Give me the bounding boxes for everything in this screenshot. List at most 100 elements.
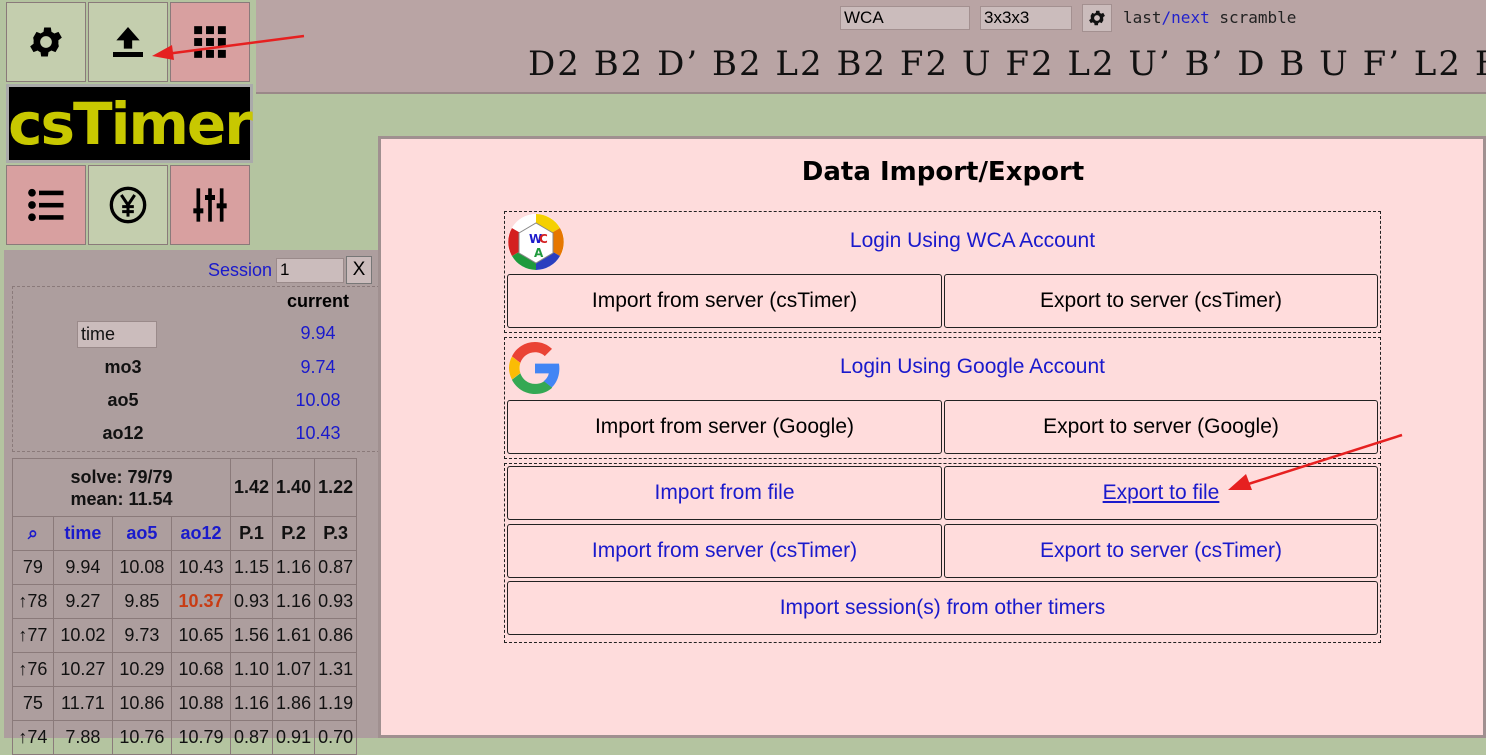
solve-index: ↑78 — [12, 584, 54, 619]
stat-label: ao5 — [107, 390, 139, 410]
google-import-button[interactable]: Import from server (Google) — [507, 400, 942, 454]
settings-sliders-button[interactable] — [170, 165, 250, 245]
solve-ao12[interactable]: 10.65 — [170, 618, 232, 653]
import-export-dialog: Data Import/Export W C A Login Using WCA… — [378, 136, 1486, 738]
solve-p3: 0.93 — [314, 584, 358, 619]
session-select[interactable]: 1 — [276, 258, 344, 283]
google-export-button[interactable]: Export to server (Google) — [944, 400, 1378, 454]
solve-index: 75 — [12, 686, 54, 721]
svg-text:C: C — [539, 232, 548, 246]
solve-time[interactable]: 9.94 — [52, 550, 113, 585]
export-file-button[interactable]: Export to file — [944, 466, 1378, 520]
session-row: Session 1 X — [4, 256, 380, 284]
stat-time-value[interactable]: 9.94 — [273, 323, 363, 344]
export-button[interactable] — [88, 2, 168, 82]
table-row[interactable]: ↑76 10.27 10.29 10.68 1.10 1.07 1.31 — [12, 652, 358, 687]
export-upload-icon — [113, 27, 143, 57]
session-close-button[interactable]: X — [346, 256, 372, 284]
wca-logo-icon: W C A — [508, 214, 564, 270]
solve-p2: 1.86 — [272, 686, 316, 721]
stats-panel: Session 1 X current time 9.94 mo3 9.74 ao… — [4, 250, 380, 755]
puzzle-select[interactable]: 3x3x3 — [980, 6, 1072, 30]
scramble-type-select[interactable]: WCA — [840, 6, 970, 30]
sliders-icon — [193, 188, 227, 222]
stat-ao5-value[interactable]: 10.08 — [273, 390, 363, 411]
wca-export-button[interactable]: Export to server (csTimer) — [944, 274, 1378, 328]
col-time[interactable]: time — [52, 516, 113, 551]
solve-ao12[interactable]: 10.68 — [170, 652, 232, 687]
table-row[interactable]: 79 9.94 10.08 10.43 1.15 1.16 0.87 — [12, 550, 358, 585]
scramble-nav: last/next scramble — [1123, 8, 1296, 27]
solve-ao5[interactable]: 10.08 — [111, 550, 172, 585]
solve-time[interactable]: 9.27 — [52, 584, 113, 619]
yen-coin-icon — [109, 186, 147, 224]
solve-p1: 1.10 — [229, 652, 274, 687]
solve-p2: 1.16 — [272, 550, 316, 585]
col-p1: P.1 — [229, 516, 274, 551]
p3-best: 1.22 — [314, 458, 358, 517]
p1-best: 1.42 — [229, 458, 274, 517]
solves-table: solve: 79/79 mean: 11.54 1.42 1.40 1.22 … — [12, 458, 358, 755]
svg-text:A: A — [534, 246, 544, 260]
col-p3: P.3 — [314, 516, 358, 551]
stat-label: ao12 — [102, 423, 144, 443]
solve-ao12[interactable]: 10.88 — [170, 686, 232, 721]
p2-best: 1.40 — [272, 458, 316, 517]
table-row[interactable]: 75 11.71 10.86 10.88 1.16 1.86 1.19 — [12, 686, 358, 721]
solve-p1: 1.15 — [229, 550, 274, 585]
solve-ao12-best[interactable]: 10.37 — [170, 584, 232, 619]
solves-summary: solve: 79/79 mean: 11.54 — [12, 458, 231, 517]
solve-time[interactable]: 10.27 — [52, 652, 113, 687]
search-icon[interactable]: ⌕ — [12, 516, 54, 551]
google-logo-icon — [509, 342, 560, 394]
next-scramble-link[interactable]: next — [1171, 8, 1210, 27]
solve-p1: 1.16 — [229, 686, 274, 721]
solve-ao5[interactable]: 10.29 — [111, 652, 172, 687]
donate-button[interactable] — [88, 165, 168, 245]
google-login-link[interactable]: Login Using Google Account — [565, 355, 1380, 379]
solve-p2: 1.16 — [272, 584, 316, 619]
export-server-button[interactable]: Export to server (csTimer) — [944, 524, 1378, 578]
wca-login-link[interactable]: Login Using WCA Account — [565, 229, 1380, 253]
last-scramble-link[interactable]: last — [1123, 8, 1162, 27]
solve-ao12[interactable]: 10.43 — [170, 550, 232, 585]
current-stats: current time 9.94 mo3 9.74 ao5 10.08 ao12 1… — [12, 286, 380, 452]
current-header: current — [286, 291, 349, 311]
tools-button[interactable] — [170, 2, 250, 82]
solve-ao5[interactable]: 9.85 — [111, 584, 172, 619]
scramble-settings-button[interactable] — [1082, 4, 1112, 32]
scramble-word: scramble — [1219, 8, 1297, 27]
col-ao5[interactable]: ao5 — [111, 516, 172, 551]
wca-group: W C A Login Using WCA Account Import fro… — [504, 211, 1381, 333]
dialog-title: Data Import/Export — [801, 157, 1085, 187]
import-server-button[interactable]: Import from server (csTimer) — [507, 524, 942, 578]
import-other-timers-button[interactable]: Import session(s) from other timers — [507, 581, 1378, 635]
table-row[interactable]: ↑77 10.02 9.73 10.65 1.56 1.61 0.86 — [12, 618, 358, 653]
solve-p3: 1.19 — [314, 686, 358, 721]
solve-p1: 1.56 — [229, 618, 274, 653]
google-group: Login Using Google Account Import from s… — [504, 337, 1381, 459]
import-file-button[interactable]: Import from file — [507, 466, 942, 520]
stat-mo3-value[interactable]: 9.74 — [273, 357, 363, 378]
cstimer-logo: csTimer — [6, 84, 253, 163]
solve-count: solve: 79/79 — [70, 466, 173, 487]
solve-p3: 0.87 — [314, 550, 358, 585]
solve-mean: mean: 11.54 — [70, 488, 173, 509]
grid-icon — [194, 26, 226, 58]
stat-ao12-value[interactable]: 10.43 — [273, 423, 363, 444]
file-group: Import from file Export to file Import f… — [504, 463, 1381, 643]
solve-p3: 1.31 — [314, 652, 358, 687]
options-button[interactable] — [6, 2, 86, 82]
list-icon — [28, 188, 64, 222]
solve-index: ↑76 — [12, 652, 54, 687]
gear-icon — [30, 27, 62, 57]
table-row[interactable]: ↑78 9.27 9.85 10.37 0.93 1.16 0.93 — [12, 584, 358, 619]
solve-time[interactable]: 11.71 — [52, 686, 113, 721]
wca-import-button[interactable]: Import from server (csTimer) — [507, 274, 942, 328]
stats-button[interactable] — [6, 165, 86, 245]
solve-time[interactable]: 10.02 — [52, 618, 113, 653]
solve-ao5[interactable]: 9.73 — [111, 618, 172, 653]
solve-ao5[interactable]: 10.86 — [111, 686, 172, 721]
col-ao12[interactable]: ao12 — [170, 516, 232, 551]
solve-p2: 1.61 — [272, 618, 316, 653]
